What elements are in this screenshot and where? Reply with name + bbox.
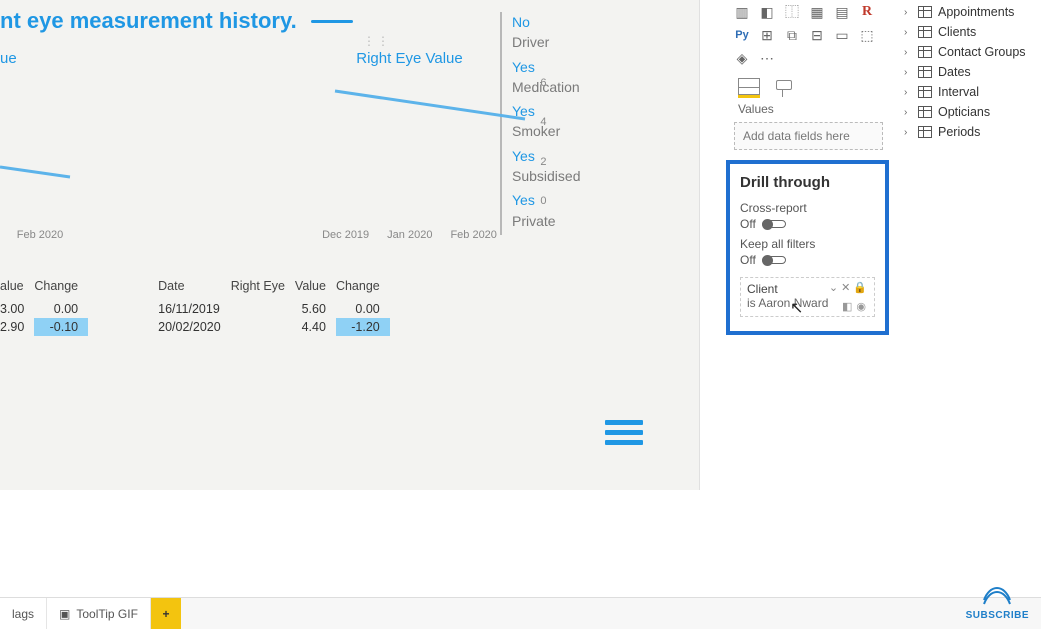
chevron-right-icon: ›: [904, 67, 912, 78]
add-page-button[interactable]: +: [151, 598, 181, 629]
format-tab-icon[interactable]: [774, 80, 796, 98]
viz-ribbon-icon[interactable]: ◧: [759, 4, 775, 20]
chart-title: Right Eye Value: [120, 50, 699, 67]
y-tick: 6: [540, 77, 546, 89]
report-canvas[interactable]: nt eye measurement history. ⋮⋮ No Driver…: [0, 0, 700, 490]
viz-more-icon[interactable]: ◈: [734, 50, 750, 66]
left-eye-table[interactable]: alue Change 3.00 0.00 2.90 -0.10: [0, 275, 88, 336]
chevron-right-icon: ›: [904, 127, 912, 138]
viz-table-icon[interactable]: ▦: [809, 4, 825, 20]
erase-icon[interactable]: ◧: [842, 301, 856, 313]
field-table-clients[interactable]: ›Clients: [898, 22, 1038, 42]
viz-qna-icon[interactable]: ⊟: [809, 27, 825, 43]
visual-drag-handle[interactable]: ⋮⋮: [363, 34, 391, 48]
table-row[interactable]: 20/02/2020 4.40 -1.20: [158, 318, 390, 336]
x-tick: Feb 2020: [450, 229, 496, 241]
table-icon: [918, 26, 932, 38]
chevron-right-icon: ›: [904, 107, 912, 118]
field-table-opticians[interactable]: ›Opticians: [898, 102, 1038, 122]
y-tick: 2: [540, 156, 546, 168]
y-tick: 0: [540, 195, 546, 207]
keep-filters-toggle[interactable]: Off: [740, 253, 875, 267]
col-header: Right Eye: [231, 275, 295, 300]
viz-waterfall-icon[interactable]: ⿰: [784, 4, 800, 20]
y-tick: 4: [540, 116, 546, 128]
col-header: Value: [295, 275, 336, 300]
drill-through-section: Drill through Cross-report Off Keep all …: [726, 160, 889, 335]
report-title: nt eye measurement history.: [0, 8, 297, 34]
chevron-right-icon: ›: [904, 47, 912, 58]
table-row[interactable]: 16/11/2019 5.60 0.00: [158, 300, 390, 319]
filter-answer: No: [512, 12, 630, 32]
table-icon: [918, 126, 932, 138]
table-icon: [918, 66, 932, 78]
canvas-empty-area: [0, 490, 700, 596]
viz-r-script-icon[interactable]: R: [859, 4, 875, 20]
lock-icon[interactable]: 🔒: [853, 282, 870, 294]
drill-through-title: Drill through: [740, 174, 875, 191]
title-decor: [311, 20, 353, 23]
col-header: alue: [0, 275, 34, 300]
chevron-right-icon: ›: [904, 27, 912, 38]
left-eye-chart[interactable]: ue Feb 2020: [0, 50, 80, 237]
cross-report-toggle[interactable]: Off: [740, 217, 875, 231]
field-table-periods[interactable]: ›Periods: [898, 122, 1038, 142]
gif-icon: ▣: [59, 607, 70, 621]
viz-python-icon[interactable]: Py: [734, 27, 750, 43]
table-icon: [918, 46, 932, 58]
values-section-label: Values: [720, 100, 895, 122]
viz-paginated-icon[interactable]: ▭: [834, 27, 850, 43]
field-table-dates[interactable]: ›Dates: [898, 62, 1038, 82]
table-icon: [918, 86, 932, 98]
table-row[interactable]: 2.90 -0.10: [0, 318, 88, 336]
x-tick: Jan 2020: [387, 229, 432, 241]
drill-through-field[interactable]: Client is Aaron Nward ⌄✕🔒 ◧◉: [740, 277, 875, 317]
page-tab[interactable]: lags: [0, 598, 47, 629]
x-tick: Feb 2020: [17, 229, 63, 241]
page-tab-tooltip[interactable]: ▣ ToolTip GIF: [47, 598, 151, 629]
table-row[interactable]: 3.00 0.00: [0, 300, 88, 319]
remove-icon[interactable]: ✕: [841, 282, 853, 294]
field-table-interval[interactable]: ›Interval: [898, 82, 1038, 102]
field-table-appointments[interactable]: ›Appointments: [898, 2, 1038, 22]
viz-custom-icon[interactable]: ⬚: [859, 27, 875, 43]
visualizations-pane: ▥ ◧ ⿰ ▦ ▤ R Py ⊞ ⧉ ⊟ ▭ ⬚ ◈ ⋯ Values Add …: [720, 0, 895, 339]
eye-icon[interactable]: ◉: [856, 301, 870, 313]
nav-menu-button[interactable]: [605, 415, 643, 450]
subscribe-watermark[interactable]: SUBSCRIBE: [966, 584, 1029, 621]
field-table-contact-groups[interactable]: ›Contact Groups: [898, 42, 1038, 62]
right-eye-chart[interactable]: Right Eye Value 6 4 2 0 Dec 2019 Jan 202…: [120, 50, 699, 237]
viz-gallery: ▥ ◧ ⿰ ▦ ▤ R Py ⊞ ⧉ ⊟ ▭ ⬚ ◈ ⋯: [720, 4, 895, 70]
cross-report-label: Cross-report: [740, 201, 875, 215]
chart-title: ue: [0, 50, 80, 67]
viz-key-influencer-icon[interactable]: ⊞: [759, 27, 775, 43]
col-header: Change: [336, 275, 390, 300]
values-field-well[interactable]: Add data fields here: [734, 122, 883, 150]
right-eye-table[interactable]: Date Right Eye Value Change 16/11/2019 5…: [158, 275, 390, 336]
col-header: Change: [34, 275, 88, 300]
viz-stacked-bar-icon[interactable]: ▥: [734, 4, 750, 20]
viz-ellipsis-icon[interactable]: ⋯: [759, 50, 775, 66]
chevron-right-icon: ›: [904, 7, 912, 18]
table-icon: [918, 6, 932, 18]
viz-decomposition-icon[interactable]: ⧉: [784, 27, 800, 43]
viz-matrix-icon[interactable]: ▤: [834, 4, 850, 20]
x-tick: Dec 2019: [322, 229, 369, 241]
fields-tab-icon[interactable]: [738, 78, 760, 98]
table-icon: [918, 106, 932, 118]
chevron-down-icon[interactable]: ⌄: [829, 282, 841, 294]
fields-pane: ›Appointments ›Clients ›Contact Groups ›…: [898, 0, 1038, 142]
col-header: Date: [158, 275, 231, 300]
chevron-right-icon: ›: [904, 87, 912, 98]
page-tabs-bar: lags ▣ ToolTip GIF +: [0, 597, 1041, 629]
keep-filters-label: Keep all filters: [740, 237, 875, 251]
